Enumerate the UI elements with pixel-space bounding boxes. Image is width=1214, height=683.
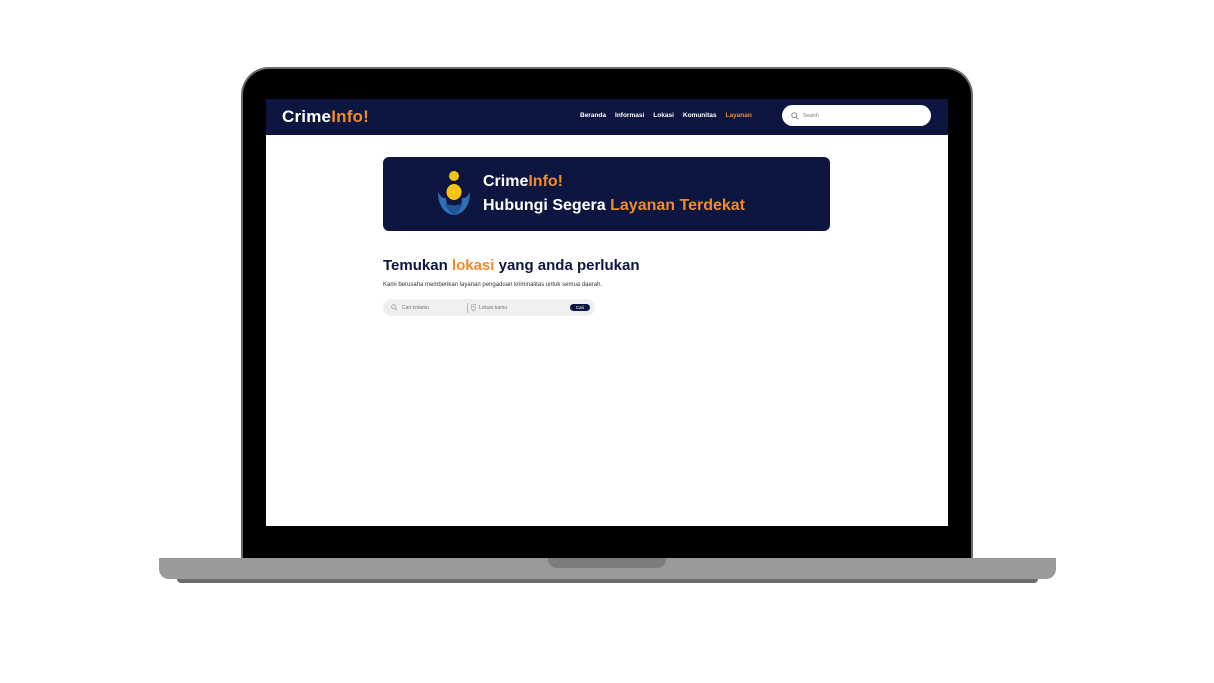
location-input[interactable] [479, 304, 534, 311]
nav-item-komunitas[interactable]: Komunitas [683, 112, 717, 119]
location-finder: Cari [383, 299, 595, 316]
heading-accent: lokasi [451, 257, 495, 274]
navbar: CrimeInfo! Beranda Informasi Lokasi Komu… [266, 99, 948, 135]
keyword-input[interactable] [402, 304, 460, 311]
search-button[interactable]: Cari [570, 304, 590, 311]
banner-subtitle-accent: Layanan Terdekat [610, 197, 745, 214]
nav-menu: Beranda Informasi Lokasi Komunitas Layan… [580, 112, 752, 119]
nav-item-informasi[interactable]: Informasi [615, 112, 644, 119]
banner-subtitle: Hubungi Segera Layanan Terdekat [483, 197, 745, 215]
location-pin-icon [471, 304, 476, 311]
brand-logo[interactable]: CrimeInfo! [282, 107, 369, 127]
brand-main-text: Crime [282, 107, 332, 126]
nav-item-beranda[interactable]: Beranda [580, 112, 606, 119]
person-hands-icon [438, 171, 470, 215]
search-icon [791, 111, 799, 120]
banner-title: CrimeInfo! [483, 173, 563, 191]
search-icon [391, 304, 398, 311]
section-description: Kami berusaha memberikan layanan pengadu… [383, 282, 603, 288]
finder-divider [467, 302, 468, 313]
banner-title-main: Crime [483, 173, 529, 190]
laptop-notch [548, 558, 666, 568]
laptop-base-shadow [177, 579, 1038, 583]
section-heading: Temukan lokasi yang anda perlukan [383, 257, 639, 274]
heading-text-after: yang anda perlukan [494, 257, 640, 274]
nav-search-box [782, 105, 931, 126]
brand-accent-text: Info! [331, 107, 370, 126]
nav-item-lokasi[interactable]: Lokasi [653, 112, 674, 119]
banner-title-accent: Info! [528, 173, 564, 190]
nav-item-layanan[interactable]: Layanan [725, 112, 751, 119]
heading-text-before: Temukan [383, 257, 452, 274]
laptop-screen: CrimeInfo! Beranda Informasi Lokasi Komu… [266, 99, 948, 526]
nav-search-input[interactable] [803, 112, 913, 119]
hero-banner: CrimeInfo! Hubungi Segera Layanan Terdek… [383, 157, 830, 231]
banner-subtitle-main: Hubungi Segera [483, 197, 611, 214]
